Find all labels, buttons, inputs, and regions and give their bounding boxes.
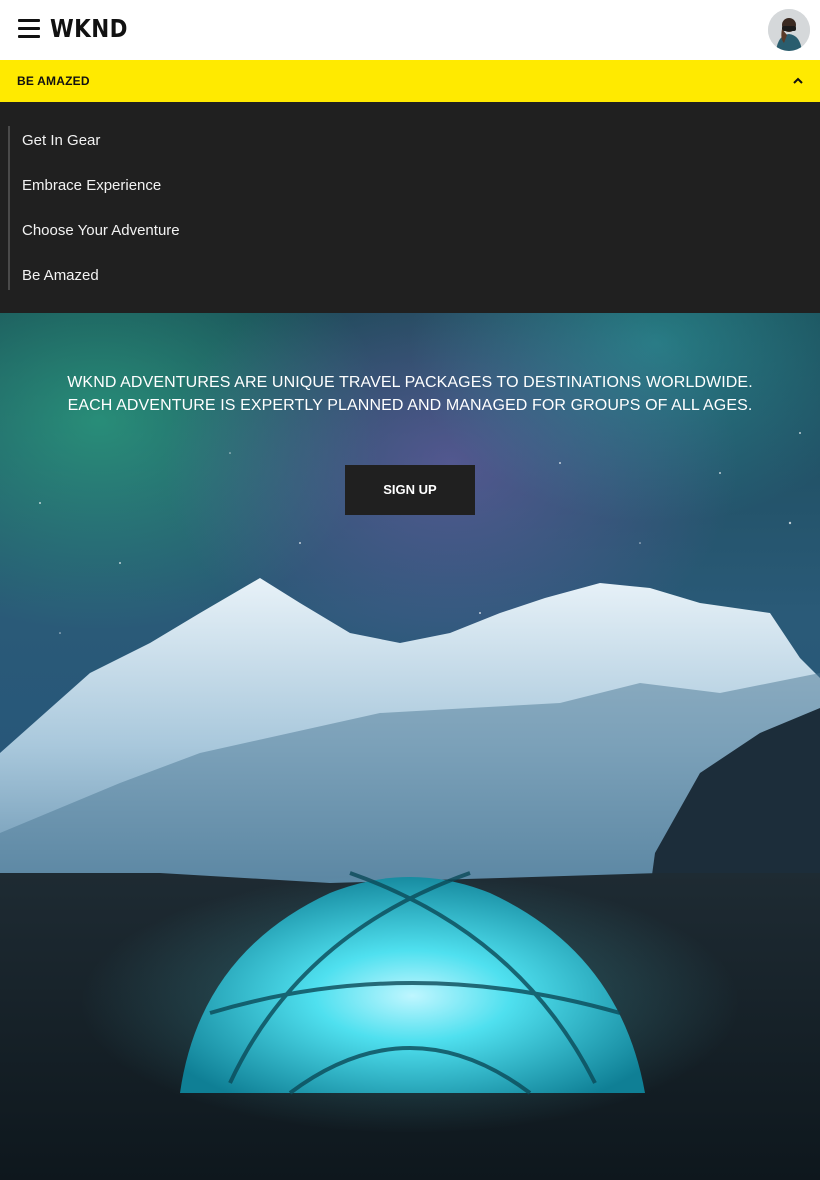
hero-description-line-1: WKND ADVENTURES ARE UNIQUE TRAVEL PACKAG… (67, 374, 753, 391)
user-avatar[interactable] (768, 9, 810, 51)
hero-background-image (0, 313, 820, 1180)
nav-item-choose-your-adventure[interactable]: Choose Your Adventure (22, 222, 180, 239)
hero-description: WKND ADVENTURES ARE UNIQUE TRAVEL PACKAG… (0, 371, 820, 417)
hamburger-menu-icon[interactable] (18, 18, 42, 40)
nav-item-be-amazed[interactable]: Be Amazed (22, 267, 99, 284)
hero-description-line-2: EACH ADVENTURE IS EXPERTLY PLANNED AND M… (67, 397, 753, 414)
hero-banner: WKND ADVENTURES ARE UNIQUE TRAVEL PACKAG… (0, 313, 820, 1180)
chevron-up-icon[interactable] (792, 76, 804, 86)
sign-up-button[interactable]: SIGN UP (345, 465, 475, 515)
section-toggle-label: BE AMAZED (17, 74, 90, 88)
section-toggle-bar[interactable]: BE AMAZED (0, 60, 820, 102)
section-nav-panel: Get In Gear Embrace Experience Choose Yo… (0, 102, 820, 313)
nav-rail-divider (8, 126, 10, 290)
site-logo[interactable]: WKND (50, 14, 128, 43)
top-navigation-bar: WKND (0, 0, 820, 60)
nav-item-embrace-experience[interactable]: Embrace Experience (22, 177, 161, 194)
nav-item-get-in-gear[interactable]: Get In Gear (22, 132, 100, 149)
